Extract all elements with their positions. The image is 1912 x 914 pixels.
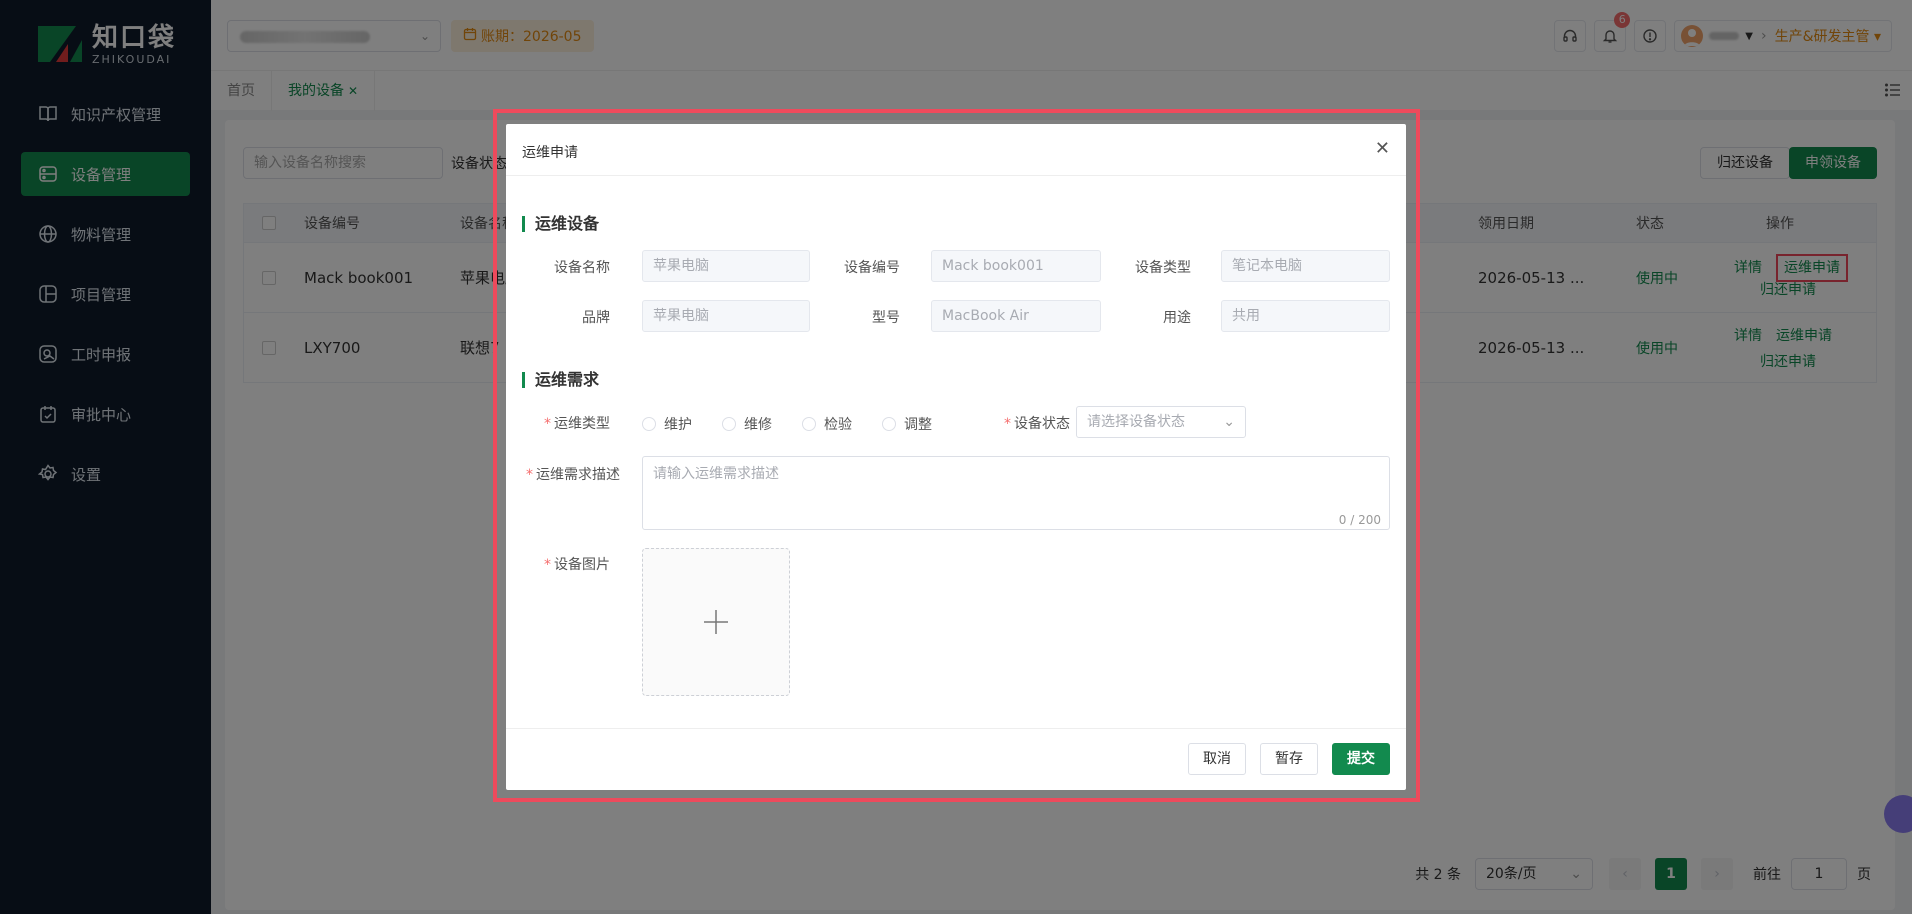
cancel-button[interactable]: 取消 <box>1188 743 1246 775</box>
radio-maintain[interactable]: 维护 <box>642 414 692 434</box>
maintenance-dialog: 运维申请 ✕ 运维设备 设备名称 苹果电脑 设备编号 Mack book001 … <box>506 124 1406 790</box>
maint-type-label: * 运维类型 <box>544 416 610 432</box>
plus-icon <box>704 610 728 634</box>
field-label: 型号 <box>872 310 900 326</box>
chevron-down-icon: ⌄ <box>1223 414 1235 430</box>
field-label: 品牌 <box>582 310 610 326</box>
device-code-field: Mack book001 <box>931 250 1101 282</box>
field-label: 用途 <box>1163 310 1191 326</box>
save-draft-button[interactable]: 暂存 <box>1260 743 1318 775</box>
field-label: 设备编号 <box>844 260 900 276</box>
device-status-select[interactable]: 请选择设备状态 ⌄ <box>1076 406 1246 438</box>
usage-field: 共用 <box>1221 300 1390 332</box>
dialog-title: 运维申请 <box>522 145 578 161</box>
radio-adjust[interactable]: 调整 <box>882 414 932 434</box>
device-status-label: * 设备状态 <box>1004 416 1070 432</box>
section-requirement-title: 运维需求 <box>522 372 599 388</box>
close-icon[interactable]: ✕ <box>1375 138 1390 159</box>
radio-inspect[interactable]: 检验 <box>802 414 852 434</box>
dialog-footer: 取消 暂存 提交 <box>506 728 1406 790</box>
device-name-field: 苹果电脑 <box>642 250 810 282</box>
submit-button[interactable]: 提交 <box>1332 743 1390 775</box>
device-type-field: 笔记本电脑 <box>1221 250 1390 282</box>
desc-textarea[interactable]: 请输入运维需求描述 0 / 200 <box>642 456 1390 530</box>
field-label: 设备名称 <box>554 260 610 276</box>
section-device-title: 运维设备 <box>522 216 599 232</box>
image-upload[interactable] <box>642 548 790 696</box>
brand-field: 苹果电脑 <box>642 300 810 332</box>
model-field: MacBook Air <box>931 300 1101 332</box>
radio-repair[interactable]: 维修 <box>722 414 772 434</box>
desc-label: * 运维需求描述 <box>526 467 620 483</box>
field-label: 设备类型 <box>1135 260 1191 276</box>
char-counter: 0 / 200 <box>1338 513 1381 527</box>
image-label: * 设备图片 <box>544 557 610 573</box>
